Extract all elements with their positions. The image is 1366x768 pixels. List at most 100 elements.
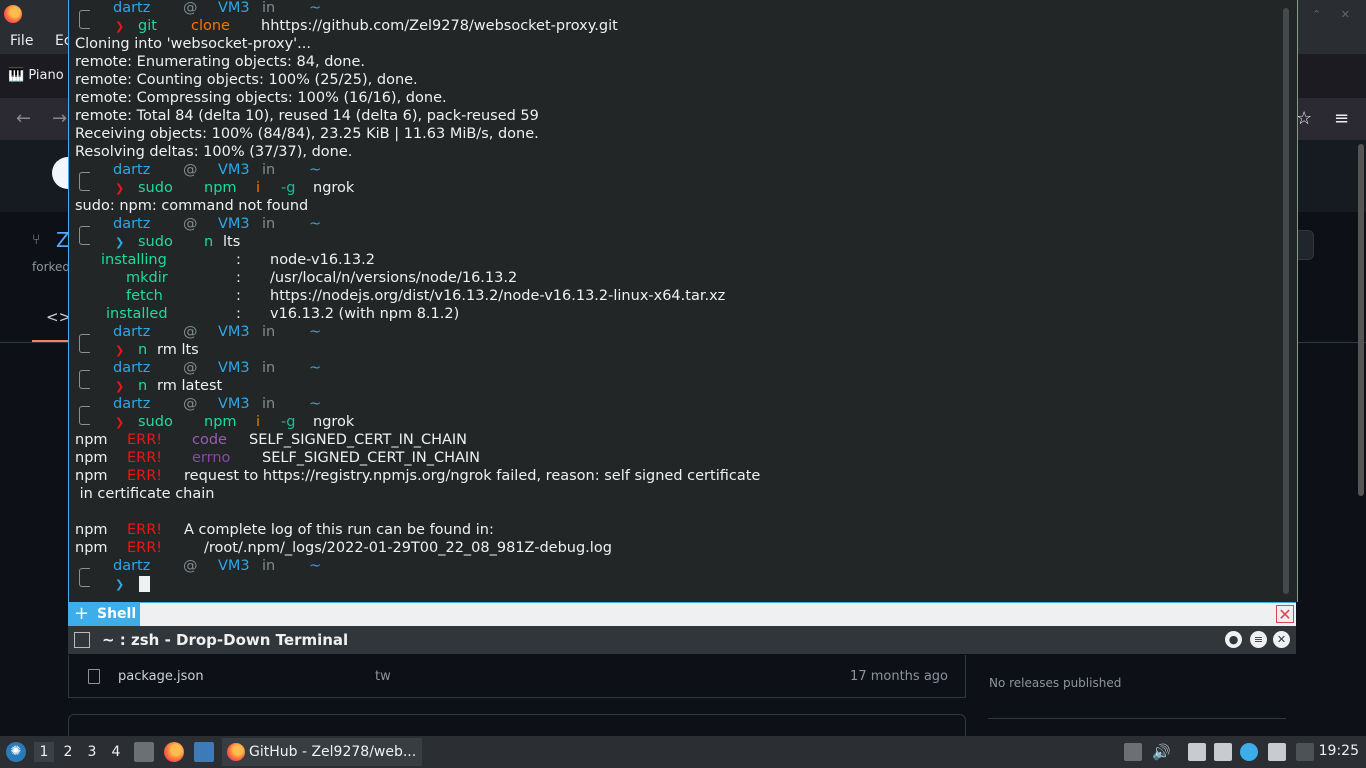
prompt-in: in <box>262 324 276 340</box>
prompt-in: in <box>262 0 276 16</box>
network-icon[interactable] <box>1214 743 1232 761</box>
file-age: 17 months ago <box>850 669 948 684</box>
cmd-pkg: ngrok <box>313 180 355 196</box>
task-title: GitHub - Zel9278/web... <box>249 744 417 760</box>
prompt-host: VM3 <box>218 324 250 340</box>
npm-error-line: npm ERR! request to https://registry.npm… <box>75 468 760 486</box>
terminal-tabbar: + Shell ✕ <box>68 602 1296 627</box>
prompt-line: dartz @ VM3 in ~ <box>75 162 321 180</box>
clock[interactable]: 19:25 <box>1319 743 1359 759</box>
config-dot-icon[interactable]: ● <box>1225 631 1242 648</box>
prompt-at: @ <box>183 558 198 574</box>
terminal-scrollbar[interactable] <box>1283 8 1289 594</box>
cmd-npm: npm <box>204 414 237 430</box>
tab-shell[interactable]: + Shell <box>68 603 140 627</box>
prompt-host: VM3 <box>218 360 250 376</box>
output-line: sudo: npm: command not found <box>75 198 309 214</box>
prompt-user: dartz <box>113 558 151 574</box>
fork-icon: ⑂ <box>32 232 41 248</box>
bookmark-star-icon[interactable]: ☆ <box>1296 108 1312 129</box>
hamburger-menu-icon[interactable]: ≡ <box>1334 108 1349 129</box>
cmd-pkg: ngrok <box>313 414 355 430</box>
task-firefox[interactable]: GitHub - Zel9278/web... <box>222 738 422 766</box>
browser-tab[interactable]: 🎹 Piano <box>8 68 64 83</box>
firefox-launcher-icon[interactable] <box>164 742 184 762</box>
new-tab-plus-icon[interactable]: + <box>74 603 89 624</box>
prompt-line: dartz @ VM3 in ~ <box>75 396 321 414</box>
clipboard-icon[interactable] <box>1124 743 1142 761</box>
cmd-n: n <box>138 378 148 394</box>
text-cursor <box>139 576 150 592</box>
releases-empty-text: No releases published <box>989 676 1122 690</box>
prompt-arrow-icon: ❯ <box>115 578 125 591</box>
app-launcher-icon[interactable]: ✺ <box>6 742 26 762</box>
prompt-arrow-icon: ❯ <box>115 182 125 195</box>
cmd-clone: clone <box>191 18 230 34</box>
desktop-1[interactable]: 1 <box>34 742 54 762</box>
n-output-line: mkdir : /usr/local/n/versions/node/16.13… <box>75 270 517 288</box>
cmd-sudo: sudo <box>138 414 173 430</box>
forked-label: forked <box>32 260 71 274</box>
desktop-3[interactable]: 3 <box>82 742 102 762</box>
n-value: /usr/local/n/versions/node/16.13.2 <box>270 270 518 286</box>
prompt-user: dartz <box>113 360 151 376</box>
prompt-at: @ <box>183 396 198 412</box>
input-line[interactable]: ❯ <box>75 576 150 594</box>
command-line: ❯ sudo npm i -g ngrok <box>75 180 354 198</box>
npm-error-line: in certificate chain <box>75 486 215 502</box>
prompt-host: VM3 <box>218 396 250 412</box>
prompt-at: @ <box>183 360 198 376</box>
terminal-output[interactable]: dartz @ VM3 in ~ ❯ git clone hhttps://gi… <box>68 0 1298 602</box>
browser-scrollbar[interactable] <box>1358 144 1364 496</box>
terminal-title: ~ : zsh - Drop-Down Terminal <box>102 631 349 649</box>
cmd-sudo: sudo <box>138 180 173 196</box>
terminal-tray-icon[interactable] <box>1296 743 1314 761</box>
output-line: remote: Counting objects: 100% (25/25), … <box>75 72 418 88</box>
file-name-link[interactable]: package.json <box>118 669 204 684</box>
notes-icon[interactable] <box>1188 743 1206 761</box>
menu-file[interactable]: File <box>10 33 33 49</box>
cmd-url: hhttps://github.com/Zel9278/websocket-pr… <box>261 18 618 34</box>
prompt-host: VM3 <box>218 216 250 232</box>
output-line: remote: Compressing objects: 100% (16/16… <box>75 90 447 106</box>
err-tag: ERR! <box>127 450 163 466</box>
n-label: installed <box>106 306 168 322</box>
n-colon: : <box>236 288 241 304</box>
cmd-rest: rm lts <box>157 342 199 358</box>
close-tab-icon[interactable]: ✕ <box>1276 605 1294 623</box>
volume-icon[interactable]: 🔊 <box>1152 743 1171 761</box>
command-line: ❯ n rm latest <box>75 378 222 396</box>
n-label: mkdir <box>126 270 168 286</box>
n-output-line: installed : v16.13.2 (with npm 8.1.2) <box>75 306 459 324</box>
window-icon[interactable] <box>194 742 214 762</box>
cmd-rest: rm latest <box>157 378 223 394</box>
menu-icon[interactable]: ≡ <box>1250 631 1267 648</box>
npm-error-line: npm ERR! /root/.npm/_logs/2022-01-29T00_… <box>75 540 612 558</box>
file-icon <box>88 669 100 684</box>
err-tag: ERR! <box>127 468 163 484</box>
desktop-2[interactable]: 2 <box>58 742 78 762</box>
prompt-at: @ <box>183 216 198 232</box>
close-icon[interactable]: ✕ <box>1273 631 1290 648</box>
cmd-npm: npm <box>204 180 237 196</box>
updates-icon[interactable] <box>1240 743 1258 761</box>
prompt-at: @ <box>183 324 198 340</box>
prompt-host: VM3 <box>218 0 250 16</box>
command-line: ❯ git clone hhttps://github.com/Zel9278/… <box>75 18 618 36</box>
desktop-4[interactable]: 4 <box>106 742 126 762</box>
npm-error-line: npm ERR! code SELF_SIGNED_CERT_IN_CHAIN <box>75 432 467 450</box>
forward-icon[interactable]: → <box>52 108 67 129</box>
err-tag: ERR! <box>127 540 163 556</box>
prompt-dir: ~ <box>309 396 322 412</box>
file-commit-message[interactable]: tw <box>375 669 391 684</box>
prompt-dir: ~ <box>309 162 322 178</box>
mail-icon[interactable] <box>1268 743 1286 761</box>
prompt-in: in <box>262 360 276 376</box>
cmd-sudo: sudo <box>138 234 173 250</box>
prompt-line: dartz @ VM3 in ~ <box>75 0 321 18</box>
prompt-user: dartz <box>113 216 151 232</box>
npm-error-line: npm ERR! errno SELF_SIGNED_CERT_IN_CHAIN <box>75 450 480 468</box>
active-tab-underline <box>32 340 72 342</box>
back-icon[interactable]: ← <box>16 108 31 129</box>
file-manager-icon[interactable] <box>134 742 154 762</box>
